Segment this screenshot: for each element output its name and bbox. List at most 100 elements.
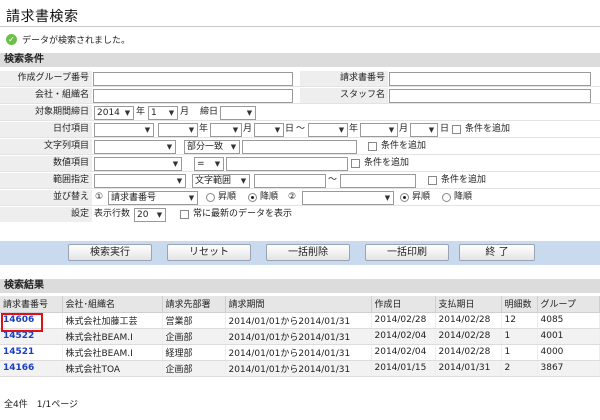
chevron-down-icon: ▼ — [274, 126, 281, 134]
reset-button[interactable]: リセット — [167, 244, 251, 261]
date-from-day[interactable]: ▼ — [254, 123, 284, 137]
table-row: 14166 株式会社TOA 企画部 2014/01/01から2014/01/31… — [0, 360, 600, 377]
period-year-value: 2014 — [97, 108, 120, 118]
cell-created: 2014/02/04 — [371, 344, 436, 361]
string-add-condition-checkbox[interactable] — [368, 142, 377, 151]
sort1-desc-label: 降順 — [260, 192, 279, 202]
bulk-print-button[interactable]: 一括印刷 — [365, 244, 449, 261]
date-item-label: 日付項目 — [0, 122, 92, 137]
range-type-value: 文字範囲 — [195, 176, 232, 186]
date-item-select[interactable]: ▼ — [94, 123, 154, 137]
cell-company: 株式会社BEAM.I — [62, 344, 163, 361]
date-to-year[interactable]: ▼ — [308, 123, 348, 137]
cell-department: 企画部 — [162, 328, 226, 345]
pagination-summary: 全4件 1/1ページ — [4, 400, 79, 410]
bulk-delete-button[interactable]: 一括削除 — [266, 244, 350, 261]
date-from-month[interactable]: ▼ — [210, 123, 242, 137]
string-item-select[interactable]: ▼ — [94, 140, 176, 154]
cell-company: 株式会社TOA — [62, 360, 163, 377]
cell-due: 2014/01/31 — [435, 360, 502, 377]
date-to-day[interactable]: ▼ — [410, 123, 438, 137]
range-item-select[interactable]: ▼ — [94, 174, 186, 188]
col-group[interactable]: グループ — [537, 296, 600, 313]
invoice-no-input[interactable] — [389, 72, 591, 86]
cell-group: 4000 — [537, 344, 600, 361]
period-month-select[interactable]: 1 ▼ — [148, 106, 178, 120]
col-invoice-no[interactable]: 請求書番号 — [0, 296, 63, 313]
row-string-item: 文字列項目 ▼ 部分一致 ▼ 条件を追加 — [0, 139, 600, 155]
chevron-down-icon: ▼ — [168, 109, 175, 117]
end-button[interactable]: 終 了 — [459, 244, 535, 261]
date-to-month-unit: 月 — [399, 124, 409, 134]
results-header-row: 請求書番号 会社･組織名 請求先部署 請求期間 作成日 支払期日 明細数 グルー… — [0, 296, 600, 313]
sort2-desc-radio[interactable] — [442, 193, 451, 202]
chevron-down-icon: ▼ — [172, 160, 179, 168]
range-from-input[interactable] — [254, 174, 326, 188]
chevron-down-icon: ▼ — [214, 160, 221, 168]
col-period[interactable]: 請求期間 — [225, 296, 372, 313]
sort2-asc-radio[interactable] — [400, 193, 409, 202]
string-item-label: 文字列項目 — [0, 139, 92, 154]
col-line-count[interactable]: 明細数 — [501, 296, 538, 313]
col-department[interactable]: 請求先部署 — [162, 296, 226, 313]
date-from-year[interactable]: ▼ — [158, 123, 198, 137]
cell-line-count: 2 — [501, 360, 538, 377]
period-year-select[interactable]: 2014 ▼ — [94, 106, 134, 120]
range-add-condition-label: 条件を追加 — [441, 175, 487, 185]
numeric-item-label: 数値項目 — [0, 156, 92, 171]
string-value-input[interactable] — [242, 140, 357, 154]
cell-period: 2014/01/01から2014/01/31 — [225, 360, 372, 377]
numeric-item-select[interactable]: ▼ — [94, 157, 182, 171]
range-type-select[interactable]: 文字範囲 ▼ — [192, 174, 250, 188]
numeric-op-select[interactable]: = ▼ — [194, 157, 224, 171]
numeric-add-condition-label: 条件を追加 — [364, 158, 410, 168]
cell-company: 株式会社加藤工芸 — [62, 312, 163, 329]
date-add-condition-label: 条件を追加 — [465, 124, 511, 134]
cell-company: 株式会社BEAM.I — [62, 328, 163, 345]
sort1-desc-radio[interactable] — [248, 193, 257, 202]
sort-field2-select[interactable]: ▼ — [302, 191, 394, 205]
cell-created: 2014/02/28 — [371, 312, 436, 329]
results-table: 請求書番号 会社･組織名 請求先部署 請求期間 作成日 支払期日 明細数 グルー… — [0, 296, 600, 377]
always-latest-checkbox[interactable] — [180, 210, 189, 219]
sort2-asc-label: 昇順 — [412, 192, 431, 202]
staff-input[interactable] — [389, 89, 591, 103]
table-row: 14606 株式会社加藤工芸 営業部 2014/01/01から2014/01/3… — [0, 312, 600, 329]
group-no-input[interactable] — [93, 72, 293, 86]
col-due[interactable]: 支払期日 — [435, 296, 502, 313]
cell-line-count: 1 — [501, 328, 538, 345]
month-unit: 月 — [180, 107, 190, 117]
cell-group: 4085 — [537, 312, 600, 329]
date-from-day-unit: 日 — [285, 124, 295, 134]
cell-period: 2014/01/01から2014/01/31 — [225, 344, 372, 361]
sort-field1-select[interactable]: 請求書番号 ▼ — [108, 191, 198, 205]
invoice-link[interactable]: 14521 — [3, 347, 34, 357]
cell-due: 2014/02/28 — [435, 312, 502, 329]
chevron-down-icon: ▼ — [246, 109, 253, 117]
rows-per-page-select[interactable]: 20 ▼ — [134, 208, 166, 222]
table-row: 14521 株式会社BEAM.I 経理部 2014/01/01から2014/01… — [0, 344, 600, 361]
range-add-condition-checkbox[interactable] — [428, 176, 437, 185]
highlight-box — [1, 313, 43, 332]
sort1-asc-radio[interactable] — [206, 193, 215, 202]
chevron-down-icon: ▼ — [188, 126, 195, 134]
col-company[interactable]: 会社･組織名 — [62, 296, 163, 313]
cell-created: 2014/01/15 — [371, 360, 436, 377]
date-to-month[interactable]: ▼ — [360, 123, 398, 137]
numeric-add-condition-checkbox[interactable] — [351, 159, 360, 168]
cell-department: 営業部 — [162, 312, 226, 329]
check-icon: ✓ — [6, 34, 17, 45]
numeric-value-input[interactable] — [226, 157, 348, 171]
company-input[interactable] — [93, 89, 293, 103]
col-created[interactable]: 作成日 — [371, 296, 436, 313]
invoice-link[interactable]: 14166 — [3, 363, 34, 373]
row-group-invoice: 作成グループ番号 請求書番号 — [0, 71, 600, 87]
closing-day-select[interactable]: ▼ — [220, 106, 256, 120]
search-button[interactable]: 検索実行 — [68, 244, 152, 261]
string-match-select[interactable]: 部分一致 ▼ — [184, 140, 240, 154]
date-add-condition-checkbox[interactable] — [452, 125, 461, 134]
page-title: 請求書検索 — [6, 9, 79, 25]
range-to-input[interactable] — [340, 174, 416, 188]
range-label: 範囲指定 — [0, 173, 92, 188]
invoice-link[interactable]: 14522 — [3, 331, 34, 341]
